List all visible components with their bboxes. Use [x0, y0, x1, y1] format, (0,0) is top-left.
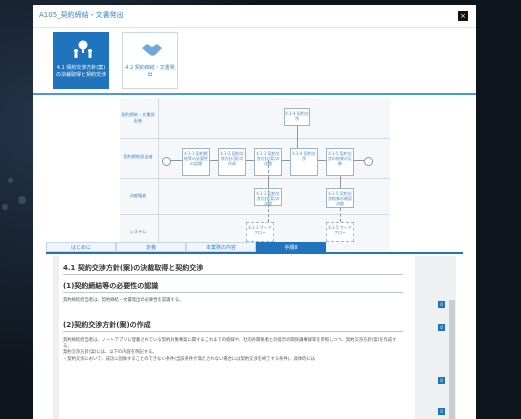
lane-label: 契約締結担当者 [123, 154, 153, 159]
marker-badge[interactable]: 0 [438, 377, 445, 384]
tab-definition[interactable]: 定義 [116, 242, 186, 252]
lane-label: システム [129, 229, 147, 234]
subsection-title: (1)契約締結等の必要性の認識 [63, 282, 159, 290]
flow-line [318, 160, 326, 161]
flow-box-4-1-3-system[interactable]: 4.1-3 ワークフロー [246, 222, 274, 242]
subsection-divider [63, 292, 403, 293]
lane-divider [158, 98, 159, 251]
flow-line [246, 160, 254, 161]
section-heading: 4.1 契約交渉方針(案)の決裁取得と契約交渉 [63, 264, 204, 272]
lane-label: 契約締結・文書発出者 [121, 112, 155, 123]
tab-introduction[interactable]: はじめに [46, 242, 116, 252]
marker-badge[interactable]: 0 [438, 324, 445, 331]
paragraph: ・契約交渉において、成功に固執することのできない条件(当該条件が満たされない場合… [63, 357, 316, 362]
marker-badge[interactable]: 0 [438, 301, 445, 308]
modal-title: A105_契約締結・文書発出 [39, 11, 124, 19]
flow-box-4-1-5-system[interactable]: 4.1-5 ワークフロー [326, 222, 354, 242]
flow-line [354, 160, 364, 161]
flow-dashed-line [340, 208, 341, 222]
flow-box-4-1-4-top[interactable]: 4.1-4 契約交渉 [284, 108, 310, 126]
paragraph: 契約締結担当者は、契約締結・文書発出の必要性を認識する。 [63, 298, 184, 303]
tab-bar: はじめに 定義 本業務の内容 手順8 [46, 242, 357, 252]
flow-line [210, 160, 218, 161]
subsection-divider [63, 331, 403, 332]
flow-line [170, 160, 182, 161]
scrollbar[interactable] [449, 300, 455, 419]
process-card-4-1[interactable]: 4.1 契約交渉方針(案)の決裁取得と契約交渉 [53, 32, 109, 89]
tree-people-icon [74, 40, 92, 58]
background-node [18, 196, 26, 204]
modal-header: A105_契約締結・文書発出 × [33, 5, 476, 28]
card-label: 4.2 契約締結・文書発出 [125, 65, 175, 78]
card-label: 4.1 契約交渉方針(案)の決裁取得と契約交渉 [56, 65, 107, 78]
heading-divider [63, 274, 403, 275]
content-area: 4.1 契約交渉方針(案)の決裁取得と契約交渉 (1)契約締結等の必要性の認識 … [53, 256, 456, 419]
subsection-title: (2)契約交渉方針(案)の作成 [63, 321, 151, 329]
flow-box-4-1-5-decision[interactable]: 4.1-5 契約交渉結果の確認決裁 [326, 188, 354, 208]
end-circle [364, 157, 373, 166]
handshake-icon [142, 44, 162, 56]
flow-box-4-1-2[interactable]: 4.1-2 契約交渉方針(案)の作成 [218, 148, 246, 176]
tab-underline [46, 252, 463, 254]
lane [120, 98, 390, 139]
flow-box-4-1-1[interactable]: 4.1-1 契約締結等の必要性の認識 [182, 148, 210, 176]
flow-dashed-line [268, 160, 269, 222]
lane-label: 決裁権者 [129, 193, 147, 198]
background-node [2, 204, 8, 210]
close-button[interactable]: × [458, 11, 468, 21]
flow-box-4-1-5[interactable]: 4.1-5 契約交渉の結果の反映 [326, 148, 354, 176]
document-page: 4.1 契約交渉方針(案)の決裁取得と契約交渉 (1)契約締結等の必要性の認識 … [59, 256, 415, 419]
divider [33, 93, 476, 95]
paragraph: 契約締結担当者は、ノートアプリに登載されている契約対象事案に関するこれまでの経緯… [63, 338, 397, 349]
marker-badge[interactable]: 0 [438, 408, 445, 415]
flow-line [340, 176, 341, 188]
background-node [8, 178, 13, 183]
flow-diagram: 契約締結・文書発出者 契約締結担当者 決裁権者 システム 4.1-4 契約交渉 … [120, 98, 390, 251]
flow-line [282, 160, 290, 161]
start-circle [162, 157, 171, 166]
tab-business-content[interactable]: 本業務の内容 [186, 242, 256, 252]
flow-box-4-1-4[interactable]: 4.1-4 契約交渉 [290, 148, 318, 176]
paragraph: 契約交渉方針(案)には、以下の内容を明記する。 [63, 350, 157, 355]
tab-procedure[interactable]: 手順8 [256, 242, 326, 252]
process-card-4-2[interactable]: 4.2 契約締結・文書発出 [122, 32, 178, 89]
process-modal: A105_契約締結・文書発出 × 4.1 契約交渉方針(案)の決裁取得と契約交渉… [33, 5, 476, 419]
flow-line [297, 126, 298, 148]
